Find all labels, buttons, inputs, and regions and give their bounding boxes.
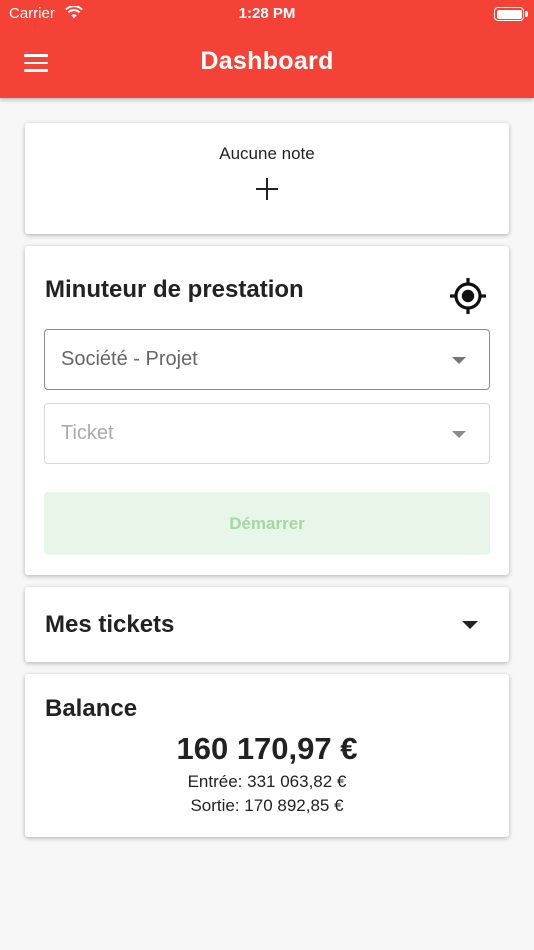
- service-timer-card: Minuteur de prestation Société - Projet …: [25, 246, 509, 575]
- balance-expense: Sortie: 170 892,85 €: [190, 796, 344, 815]
- notes-card[interactable]: Aucune note: [25, 123, 509, 234]
- gps-target-icon[interactable]: [448, 276, 488, 316]
- balance-income: Entrée: 331 063,82 €: [187, 772, 347, 791]
- project-select[interactable]: Société - Projet: [44, 329, 490, 390]
- tickets-card-title: Mes tickets: [45, 611, 175, 638]
- status-bar: Carrier 1:28 PM: [0, 0, 534, 28]
- page-title: Dashboard: [200, 47, 334, 75]
- status-time: 1:28 PM: [238, 5, 296, 22]
- balance-card: Balance 160 170,97 € Entrée: 331 063,82 …: [25, 674, 509, 837]
- app-bar: Carrier 1:28 PM Dashboard: [0, 0, 534, 98]
- plus-icon[interactable]: [256, 178, 278, 200]
- ticket-select[interactable]: Ticket: [44, 403, 490, 464]
- caret-down-icon[interactable]: [462, 621, 478, 629]
- chevron-down-icon: [452, 357, 466, 364]
- balance-total: 160 170,97 €: [176, 731, 358, 766]
- notes-empty-label: Aucune note: [219, 144, 315, 163]
- ticket-select-placeholder: Ticket: [61, 422, 114, 444]
- project-select-placeholder: Société - Projet: [61, 348, 198, 370]
- my-tickets-card[interactable]: Mes tickets: [25, 587, 509, 662]
- start-button[interactable]: Démarrer: [44, 492, 490, 555]
- balance-title: Balance: [45, 695, 138, 722]
- chevron-down-icon: [452, 431, 466, 438]
- timer-card-title: Minuteur de prestation: [45, 276, 304, 303]
- battery-icon: [494, 7, 528, 21]
